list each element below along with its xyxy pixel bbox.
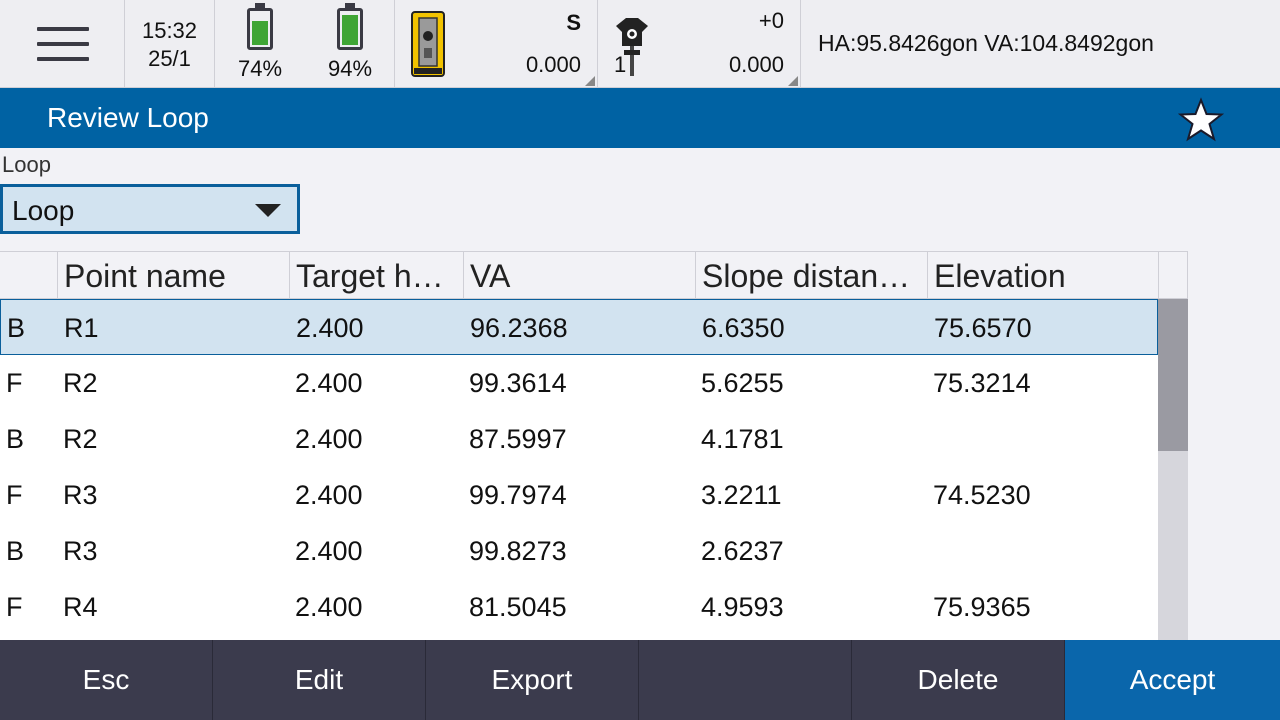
cell-slope-distance: 5.6255 xyxy=(701,368,784,398)
column-header-point-name[interactable]: Point name xyxy=(57,252,289,299)
cell-slope-distance: 6.6350 xyxy=(702,313,785,343)
observations-table: Point name Target h… VA Slope distan… El… xyxy=(0,251,1188,640)
cell-elevation: 75.3214 xyxy=(933,368,1031,398)
softkey-bar: Esc Edit Export Delete Accept xyxy=(0,640,1280,720)
cell-face: B xyxy=(6,424,25,454)
cell-elevation: 75.6570 xyxy=(934,313,1032,343)
loop-dropdown[interactable]: Loop xyxy=(0,184,300,234)
cell-elevation: 75.9365 xyxy=(933,592,1031,622)
cell-va: 87.5997 xyxy=(469,424,567,454)
clock[interactable]: 15:32 25/1 xyxy=(125,0,215,88)
esc-button[interactable]: Esc xyxy=(0,640,213,720)
cell-face: F xyxy=(6,368,23,398)
title-bar: Review Loop xyxy=(0,88,1280,148)
cell-target-height: 2.400 xyxy=(295,536,363,566)
cell-va: 99.3614 xyxy=(469,368,567,398)
angle-readout[interactable]: HA:95.8426gon VA:104.8492gon xyxy=(818,30,1154,57)
cell-target-height: 2.400 xyxy=(295,480,363,510)
cell-target-height: 2.400 xyxy=(295,592,363,622)
cell-slope-distance: 2.6237 xyxy=(701,536,784,566)
battery-1: 74% xyxy=(232,3,288,82)
cell-target-height: 2.400 xyxy=(296,313,364,343)
cell-point-name: R3 xyxy=(63,480,98,510)
cell-point-name: R2 xyxy=(63,424,98,454)
cell-elevation: 74.5230 xyxy=(933,480,1031,510)
empty-softkey xyxy=(639,640,852,720)
table-header-corner xyxy=(1158,251,1188,299)
cell-elevation xyxy=(927,523,933,579)
cell-point-name: R1 xyxy=(64,313,99,343)
cell-elevation xyxy=(927,411,933,467)
battery-status[interactable]: 74% 94% xyxy=(215,0,395,88)
cell-va: 81.5045 xyxy=(469,592,567,622)
table-header: Point name Target h… VA Slope distan… El… xyxy=(0,251,1158,299)
cell-point-name: R4 xyxy=(63,592,98,622)
star-icon[interactable] xyxy=(1178,97,1224,143)
target-number: 1 xyxy=(614,52,627,77)
cell-target-height: 2.400 xyxy=(295,424,363,454)
instrument-value: 0.000 xyxy=(525,52,581,77)
time-text: 15:32 xyxy=(141,18,198,43)
table-row[interactable]: B R2 2.400 87.5997 4.1781 xyxy=(0,411,1158,467)
export-button[interactable]: Export xyxy=(426,640,639,720)
column-header-elevation[interactable]: Elevation xyxy=(927,252,1158,299)
table-row[interactable]: F R4 2.400 81.5045 4.9593 75.9365 xyxy=(0,579,1158,635)
corner-indicator xyxy=(788,76,798,86)
corner-indicator xyxy=(585,76,595,86)
target-status[interactable]: 1 +0 0.000 xyxy=(598,0,801,88)
battery-icon xyxy=(247,3,273,50)
loop-selected-value: Loop xyxy=(12,195,75,226)
menu-icon[interactable] xyxy=(37,27,89,61)
cell-va: 99.8273 xyxy=(469,536,567,566)
battery-2: 94% xyxy=(322,3,378,82)
battery-icon xyxy=(337,3,363,50)
total-station-icon xyxy=(411,11,445,77)
battery-2-percent: 94% xyxy=(327,56,373,81)
column-header-face[interactable] xyxy=(0,252,57,299)
edit-button[interactable]: Edit xyxy=(213,640,426,720)
cell-va: 96.2368 xyxy=(470,313,568,343)
target-value: 0.000 xyxy=(728,52,784,77)
column-header-va[interactable]: VA xyxy=(463,252,695,299)
cell-target-height: 2.400 xyxy=(295,368,363,398)
cell-slope-distance: 4.9593 xyxy=(701,592,784,622)
cell-point-name: R2 xyxy=(63,368,98,398)
table-scrollbar[interactable] xyxy=(1158,299,1188,640)
scrollbar-thumb[interactable] xyxy=(1158,299,1188,451)
menu-cell xyxy=(0,0,125,88)
cell-slope-distance: 3.2211 xyxy=(701,480,782,510)
cell-slope-distance: 4.1781 xyxy=(701,424,784,454)
table-row[interactable]: B R3 2.400 99.8273 2.6237 xyxy=(0,523,1158,579)
cell-face: F xyxy=(6,480,23,510)
date-text: 25/1 xyxy=(148,46,191,71)
column-header-target-height[interactable]: Target h… xyxy=(289,252,463,299)
cell-face: B xyxy=(7,313,26,343)
instrument-status[interactable]: S 0.000 xyxy=(395,0,598,88)
column-header-slope-distance[interactable]: Slope distan… xyxy=(695,252,927,299)
table-row[interactable]: F R3 2.400 99.7974 3.2211 74.5230 xyxy=(0,467,1158,523)
page-title: Review Loop xyxy=(47,102,209,133)
status-bar: 15:32 25/1 74% 94% S 0.000 1 +0 0.000 HA… xyxy=(0,0,1280,88)
delete-button[interactable]: Delete xyxy=(852,640,1065,720)
table-row[interactable]: B R1 2.400 96.2368 6.6350 75.6570 xyxy=(0,299,1158,355)
loop-label: Loop xyxy=(2,152,51,177)
cell-point-name: R3 xyxy=(63,536,98,566)
target-offset: +0 xyxy=(758,8,784,33)
cell-face: F xyxy=(6,592,23,622)
cell-va: 99.7974 xyxy=(469,480,567,510)
table-row[interactable]: F R2 2.400 99.3614 5.6255 75.3214 xyxy=(0,355,1158,411)
dropdown-arrow-icon xyxy=(255,204,281,217)
instrument-mode: S xyxy=(566,10,581,35)
cell-face: B xyxy=(6,536,25,566)
accept-button[interactable]: Accept xyxy=(1065,640,1280,720)
battery-1-percent: 74% xyxy=(237,56,283,81)
